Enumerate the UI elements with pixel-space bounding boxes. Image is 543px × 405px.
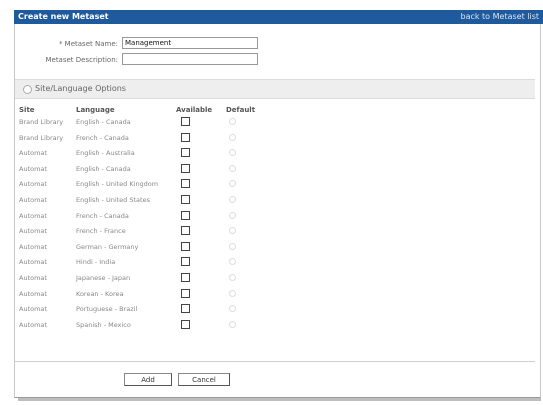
row-site: Automat [19, 211, 47, 220]
row-site: Brand Library [19, 133, 64, 142]
column-header-language: Language [76, 106, 115, 114]
row-site: Automat [19, 320, 47, 329]
row-language: Korean - Korea [76, 289, 124, 298]
available-checkbox[interactable] [181, 132, 190, 142]
column-header-default: Default [226, 106, 256, 114]
metaset-description-label: Metaset Description: [45, 56, 118, 64]
available-checkbox[interactable] [181, 210, 190, 220]
row-language: Japanese - Japan [76, 274, 131, 282]
row-site: Automat [19, 164, 47, 173]
default-radio[interactable] [229, 242, 236, 250]
row-language: English - Canada [76, 164, 131, 173]
row-language: French - France [76, 227, 126, 236]
panel-shadow [18, 398, 541, 401]
default-radio[interactable] [229, 289, 236, 297]
row-site: Automat [19, 258, 47, 267]
row-language: French - Canada [76, 211, 129, 220]
available-checkbox[interactable] [181, 273, 190, 282]
default-radio[interactable] [229, 320, 236, 328]
metaset-name-input[interactable]: Management [122, 37, 258, 49]
row-site: Automat [19, 196, 47, 204]
row-language: English - United Kingdom [76, 180, 159, 189]
available-checkbox[interactable] [181, 179, 190, 189]
row-language: German - Germany [76, 242, 139, 251]
available-checkbox[interactable] [181, 148, 190, 158]
available-checkbox[interactable] [181, 288, 190, 298]
available-checkbox[interactable] [181, 195, 190, 204]
row-site: Automat [19, 305, 47, 314]
row-language: Spanish - Mexico [76, 320, 131, 329]
column-header-available: Available [176, 106, 213, 114]
section-title: Site/Language Options [35, 84, 126, 93]
row-language: English - Australia [76, 149, 135, 158]
available-checkbox[interactable] [181, 319, 190, 329]
row-language: Portuguese - Brazil [76, 305, 138, 314]
page-header: Create new Metaset back to Metaset list [14, 10, 543, 24]
back-to-list-link[interactable]: back to Metaset list [460, 12, 539, 21]
metaset-name-label: * Metaset Name: [58, 40, 118, 48]
available-checkbox[interactable] [181, 163, 190, 173]
row-site: Automat [19, 180, 47, 189]
available-checkbox[interactable] [181, 304, 190, 314]
available-checkbox[interactable] [181, 241, 190, 251]
row-site: Automat [19, 149, 47, 158]
add-button[interactable]: Add [124, 373, 172, 386]
metaset-description-input[interactable] [122, 53, 258, 65]
section-toggle-radio[interactable] [23, 85, 32, 94]
row-language: French - Canada [76, 133, 129, 142]
footer-divider [15, 361, 535, 362]
row-language: English - United States [76, 196, 150, 204]
available-checkbox[interactable] [181, 117, 190, 126]
site-language-section: Site/Language Options [15, 79, 535, 99]
default-radio[interactable] [229, 133, 236, 141]
page-title: Create new Metaset [18, 12, 109, 21]
row-site: Automat [19, 274, 47, 282]
default-radio[interactable] [229, 274, 236, 281]
row-site: Brand Library [19, 118, 64, 126]
default-radio[interactable] [229, 211, 236, 219]
default-radio[interactable] [229, 118, 236, 125]
column-header-site: Site [19, 106, 35, 114]
available-checkbox[interactable] [181, 257, 190, 267]
row-language: Hindi - India [76, 258, 116, 267]
row-site: Automat [19, 227, 47, 236]
default-radio[interactable] [229, 196, 236, 203]
default-radio[interactable] [229, 164, 236, 172]
row-language: English - Canada [76, 118, 131, 126]
row-site: Automat [19, 242, 47, 251]
cancel-button[interactable]: Cancel [178, 373, 230, 386]
row-site: Automat [19, 289, 47, 298]
available-checkbox[interactable] [181, 226, 190, 236]
